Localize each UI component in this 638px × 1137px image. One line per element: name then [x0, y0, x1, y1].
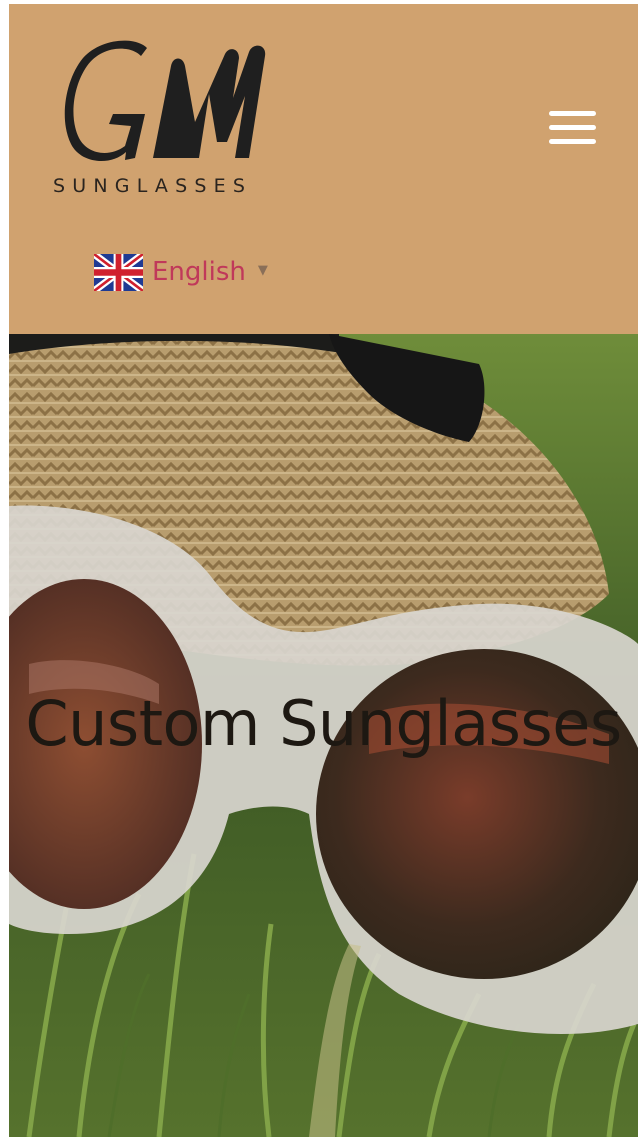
hero-title: Custom Sunglasses [25, 687, 622, 760]
hamburger-menu-icon-bar [549, 139, 596, 144]
page: SUNGLASSES English ▼ Custom Sunglasses [9, 4, 638, 1137]
uk-flag-icon [94, 253, 143, 291]
brand-tagline: SUNGLASSES [53, 175, 253, 197]
hamburger-menu-icon-bar [549, 125, 596, 130]
language-label: English [152, 257, 246, 287]
site-header: SUNGLASSES English ▼ [9, 4, 638, 334]
language-selector[interactable]: English ▼ [94, 252, 268, 292]
gm-logo-mark [64, 40, 266, 162]
caret-down-icon: ▼ [257, 262, 268, 278]
hamburger-menu-button[interactable] [539, 104, 599, 150]
hamburger-menu-icon [549, 111, 596, 116]
brand-logo[interactable]: SUNGLASSES [49, 34, 299, 204]
hero-banner: Custom Sunglasses [9, 334, 638, 1137]
